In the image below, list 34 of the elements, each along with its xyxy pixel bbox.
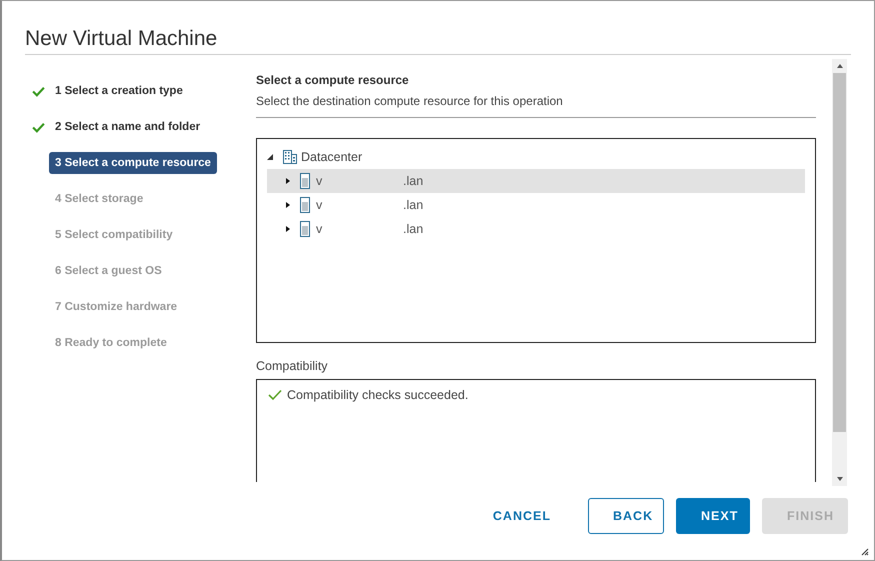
host-name: v bbox=[316, 198, 324, 212]
wizard-step[interactable]: 1 Select a creation type bbox=[49, 80, 189, 102]
tree-item[interactable]: Datacenter bbox=[301, 150, 362, 164]
section-title: Select a compute resource bbox=[256, 73, 410, 87]
collapse-icon[interactable] bbox=[266, 153, 274, 161]
check-icon bbox=[268, 389, 282, 401]
building-icon bbox=[282, 149, 298, 165]
wizard-button[interactable]: BACK bbox=[588, 498, 664, 534]
resize-grip-icon[interactable] bbox=[861, 548, 869, 556]
wizard-step[interactable]: 3 Select a compute resource bbox=[49, 152, 217, 174]
scroll-down-icon[interactable] bbox=[836, 476, 844, 482]
wizard-button[interactable]: NEXT bbox=[676, 498, 750, 534]
scroll-up-icon[interactable] bbox=[836, 63, 844, 69]
expand-icon[interactable] bbox=[284, 201, 292, 209]
server-icon bbox=[300, 221, 310, 237]
wizard-step[interactable]: 2 Select a name and folder bbox=[49, 116, 206, 138]
host-name: .lan bbox=[403, 198, 424, 212]
window-title: New Virtual Machine bbox=[25, 27, 851, 55]
host-name: .lan bbox=[403, 222, 424, 236]
compatibility-message: Compatibility checks succeeded. bbox=[287, 388, 468, 402]
host-row[interactable]: v .lan bbox=[267, 217, 805, 241]
host-row[interactable]: v .lan bbox=[267, 169, 805, 193]
host-name: v bbox=[316, 174, 324, 188]
section-subtitle: Select the destination compute resource for this operation bbox=[256, 94, 564, 108]
host-row[interactable]: v .lan bbox=[267, 193, 805, 217]
server-icon bbox=[300, 173, 310, 189]
host-name: .lan bbox=[403, 174, 424, 188]
expand-icon[interactable] bbox=[284, 177, 292, 185]
host-name: v bbox=[316, 222, 324, 236]
server-icon bbox=[300, 197, 310, 213]
compatibility-label: Compatibility bbox=[256, 359, 329, 373]
wizard-button[interactable]: CANCEL bbox=[468, 498, 576, 534]
scrollbar[interactable] bbox=[832, 59, 847, 486]
expand-icon[interactable] bbox=[284, 225, 292, 233]
